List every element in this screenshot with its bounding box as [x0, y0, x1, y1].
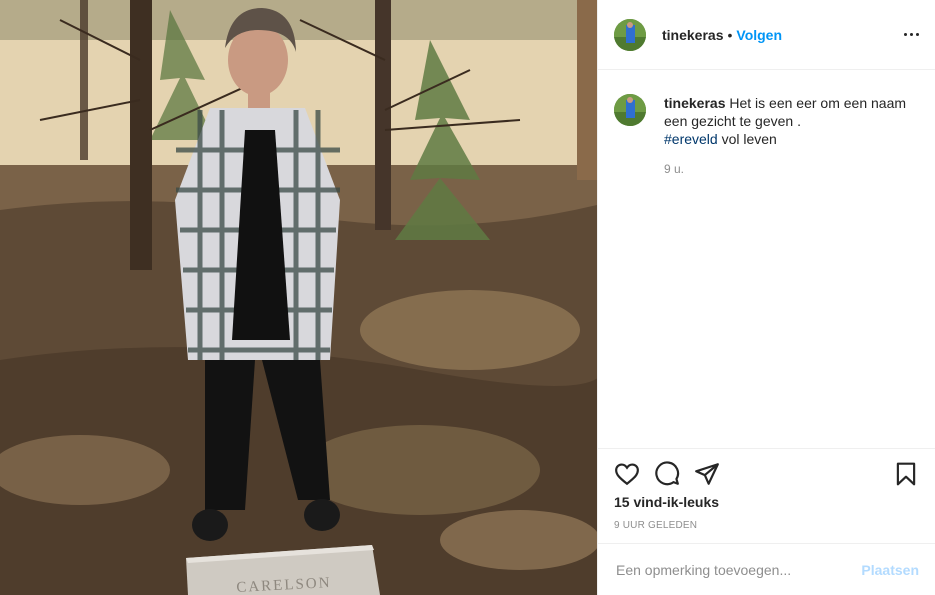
comment-icon[interactable] [654, 461, 680, 487]
post-header: tinekeras • Volgen [598, 0, 935, 70]
post-timestamp[interactable]: 9 UUR GELEDEN [614, 520, 697, 531]
action-icons [614, 461, 919, 487]
header-username[interactable]: tinekeras [662, 27, 723, 43]
caption-time: 9 u. [664, 162, 685, 176]
comment-area: Plaatsen [598, 543, 935, 595]
post-comment-button[interactable]: Plaatsen [861, 562, 919, 578]
caption-avatar[interactable] [614, 94, 646, 126]
instagram-post: CARELSON tinekeras • Volgen tinekeras He… [0, 0, 935, 595]
post-photo[interactable]: CARELSON [0, 0, 597, 595]
avatar[interactable] [614, 18, 646, 51]
follow-button[interactable]: Volgen [736, 27, 782, 43]
caption-body: tinekeras Het is een eer om een naam een… [664, 94, 919, 178]
post-sidebar: tinekeras • Volgen tinekeras Het is een … [597, 0, 935, 595]
bookmark-icon[interactable] [893, 461, 919, 487]
heart-icon[interactable] [614, 461, 640, 487]
caption-username[interactable]: tinekeras [664, 95, 725, 111]
caption-text-after: vol leven [717, 131, 777, 147]
caption: tinekeras Het is een eer om een naam een… [614, 94, 919, 178]
header-separator: • [727, 26, 733, 43]
more-options-icon[interactable] [904, 25, 919, 44]
likes-count[interactable]: 15 vind-ik-leuks [614, 494, 719, 510]
actions-area: 15 vind-ik-leuks 9 UUR GELEDEN [598, 448, 935, 543]
hashtag-link[interactable]: #ereveld [664, 131, 718, 147]
comment-input[interactable] [614, 560, 862, 579]
share-icon[interactable] [694, 461, 720, 487]
post-photo-scene [0, 0, 597, 595]
